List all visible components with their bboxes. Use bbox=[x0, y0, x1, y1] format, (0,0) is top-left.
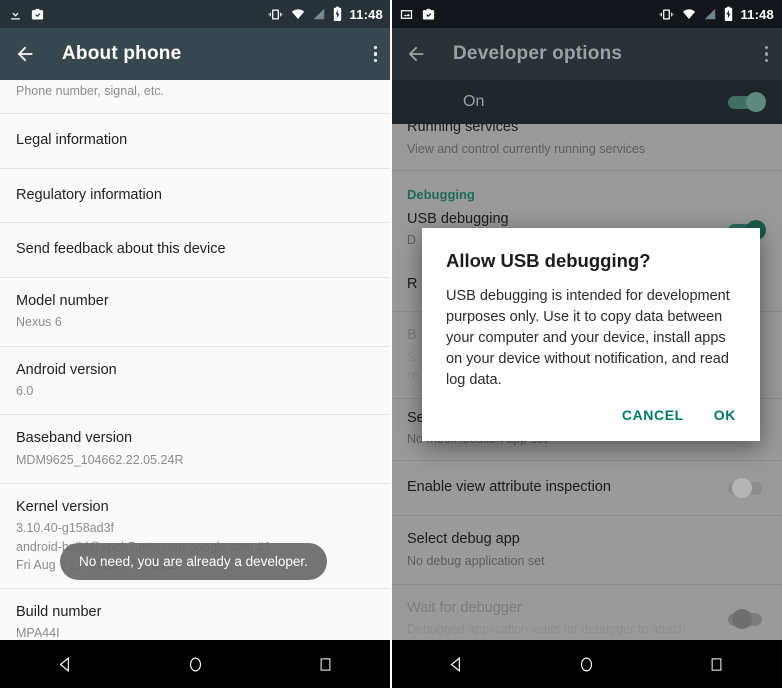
right-nav-bar bbox=[391, 640, 782, 688]
dialog-actions: CANCEL OK bbox=[446, 391, 736, 433]
overflow-menu-icon[interactable] bbox=[764, 45, 768, 63]
list-item-regulatory-information[interactable]: Regulatory information bbox=[0, 168, 391, 224]
back-arrow-icon[interactable] bbox=[405, 43, 427, 65]
list-item-running-services[interactable]: Running services View and control curren… bbox=[391, 119, 782, 171]
signal-off-icon bbox=[705, 8, 716, 20]
nav-home-icon[interactable] bbox=[166, 640, 224, 688]
nav-home-icon[interactable] bbox=[557, 640, 615, 688]
view-attribute-inspection-toggle[interactable] bbox=[728, 478, 766, 499]
left-app-bar: About phone bbox=[0, 28, 391, 80]
right-app-bar: Developer options bbox=[391, 28, 782, 80]
list-item-title: Legal information bbox=[16, 132, 128, 149]
work-briefcase-check-icon bbox=[422, 8, 435, 19]
list-item-subtitle: Phone number, signal, etc. bbox=[16, 84, 165, 98]
list-item-baseband-version[interactable]: Baseband version MDM9625_104662.22.05.24… bbox=[0, 415, 391, 484]
wifi-icon bbox=[292, 9, 305, 19]
wifi-icon bbox=[683, 9, 696, 19]
toast-message: No need, you are already a developer. bbox=[60, 543, 327, 580]
wait-for-debugger-toggle[interactable] bbox=[728, 608, 766, 629]
download-icon bbox=[11, 8, 20, 19]
page-title: Developer options bbox=[453, 43, 623, 64]
list-item-title: Kernel version bbox=[16, 498, 109, 515]
nav-recents-icon[interactable] bbox=[688, 640, 746, 688]
right-status-notification-icons bbox=[399, 7, 436, 22]
left-status-system-icons: 11:48 bbox=[267, 6, 383, 22]
screen-divider bbox=[390, 0, 392, 688]
list-item-android-version[interactable]: Android version 6.0 bbox=[0, 346, 391, 416]
left-status-notification-icons bbox=[8, 7, 45, 22]
list-item-title: Send feedback about this device bbox=[16, 241, 226, 258]
list-item-subtitle: 6.0 bbox=[16, 384, 34, 399]
list-item-enable-view-attribute-inspection[interactable]: Enable view attribute inspection bbox=[391, 461, 782, 516]
list-item-model-number[interactable]: Model number Nexus 6 bbox=[0, 277, 391, 347]
list-item-title: Android version bbox=[16, 361, 117, 378]
work-briefcase-check-icon bbox=[31, 8, 44, 19]
section-title: Debugging bbox=[407, 186, 475, 202]
list-item-title: Running services bbox=[407, 119, 519, 135]
list-item-subtitle: View and control currently running servi… bbox=[407, 141, 646, 156]
cancel-button[interactable]: CANCEL bbox=[622, 407, 684, 423]
list-item-title: Build number bbox=[16, 603, 102, 620]
right-phone-screen: 11:48 Developer options On Running servi… bbox=[391, 0, 782, 688]
nav-recents-icon[interactable] bbox=[297, 640, 355, 688]
left-clock: 11:48 bbox=[349, 6, 383, 22]
signal-off-icon bbox=[314, 8, 325, 20]
battery-charging-icon bbox=[334, 6, 342, 22]
nav-back-icon[interactable] bbox=[36, 640, 94, 688]
master-switch-label: On bbox=[463, 93, 485, 110]
screenshot-image-icon bbox=[400, 9, 413, 19]
list-item-title: Regulatory information bbox=[16, 186, 162, 203]
dual-screenshot-stage: 11:48 About phone Phone number, signal, … bbox=[0, 0, 782, 688]
list-item-subtitle: Nexus 6 bbox=[16, 315, 62, 330]
list-item-send-feedback[interactable]: Send feedback about this device bbox=[0, 223, 391, 278]
list-item-title: Enable view attribute inspection bbox=[407, 479, 611, 496]
list-item-title: USB debugging bbox=[407, 210, 509, 227]
nav-back-icon[interactable] bbox=[427, 640, 485, 688]
right-status-bar: 11:48 bbox=[391, 0, 782, 28]
list-item-subtitle: Debugged application waits for debugger … bbox=[407, 622, 686, 637]
left-status-bar: 11:48 bbox=[0, 0, 391, 28]
vibrate-icon bbox=[660, 9, 674, 19]
list-item-phone-status[interactable]: Phone number, signal, etc. bbox=[0, 82, 391, 115]
overflow-menu-icon[interactable] bbox=[373, 45, 377, 63]
vibrate-icon bbox=[269, 9, 283, 19]
list-item-title: Wait for debugger bbox=[407, 599, 522, 616]
list-item-subtitle: MDM9625_104662.22.05.24R bbox=[16, 452, 184, 467]
ok-button[interactable]: OK bbox=[714, 407, 736, 423]
about-phone-list[interactable]: Phone number, signal, etc. Legal informa… bbox=[0, 80, 391, 688]
right-clock: 11:48 bbox=[740, 6, 774, 22]
list-item-legal-information[interactable]: Legal information bbox=[0, 114, 391, 169]
right-status-system-icons: 11:48 bbox=[658, 6, 774, 22]
back-arrow-icon[interactable] bbox=[14, 43, 36, 65]
left-phone-screen: 11:48 About phone Phone number, signal, … bbox=[0, 0, 391, 688]
battery-charging-icon bbox=[725, 6, 733, 22]
usb-debugging-dialog: Allow USB debugging? USB debugging is in… bbox=[422, 228, 760, 442]
list-item-title: Select debug app bbox=[407, 531, 520, 547]
master-switch-toggle[interactable] bbox=[728, 92, 766, 112]
section-header-debugging: Debugging bbox=[391, 171, 782, 206]
dialog-body: USB debugging is intended for developmen… bbox=[446, 288, 730, 389]
list-item-select-debug-app[interactable]: Select debug app No debug application se… bbox=[391, 516, 782, 585]
left-nav-bar bbox=[0, 640, 391, 688]
list-item-subtitle: No debug application set bbox=[407, 553, 545, 568]
list-item-title: Model number bbox=[16, 292, 109, 309]
list-item-title: Baseband version bbox=[16, 430, 133, 447]
page-title: About phone bbox=[62, 43, 182, 64]
dialog-title: Allow USB debugging? bbox=[446, 250, 651, 271]
